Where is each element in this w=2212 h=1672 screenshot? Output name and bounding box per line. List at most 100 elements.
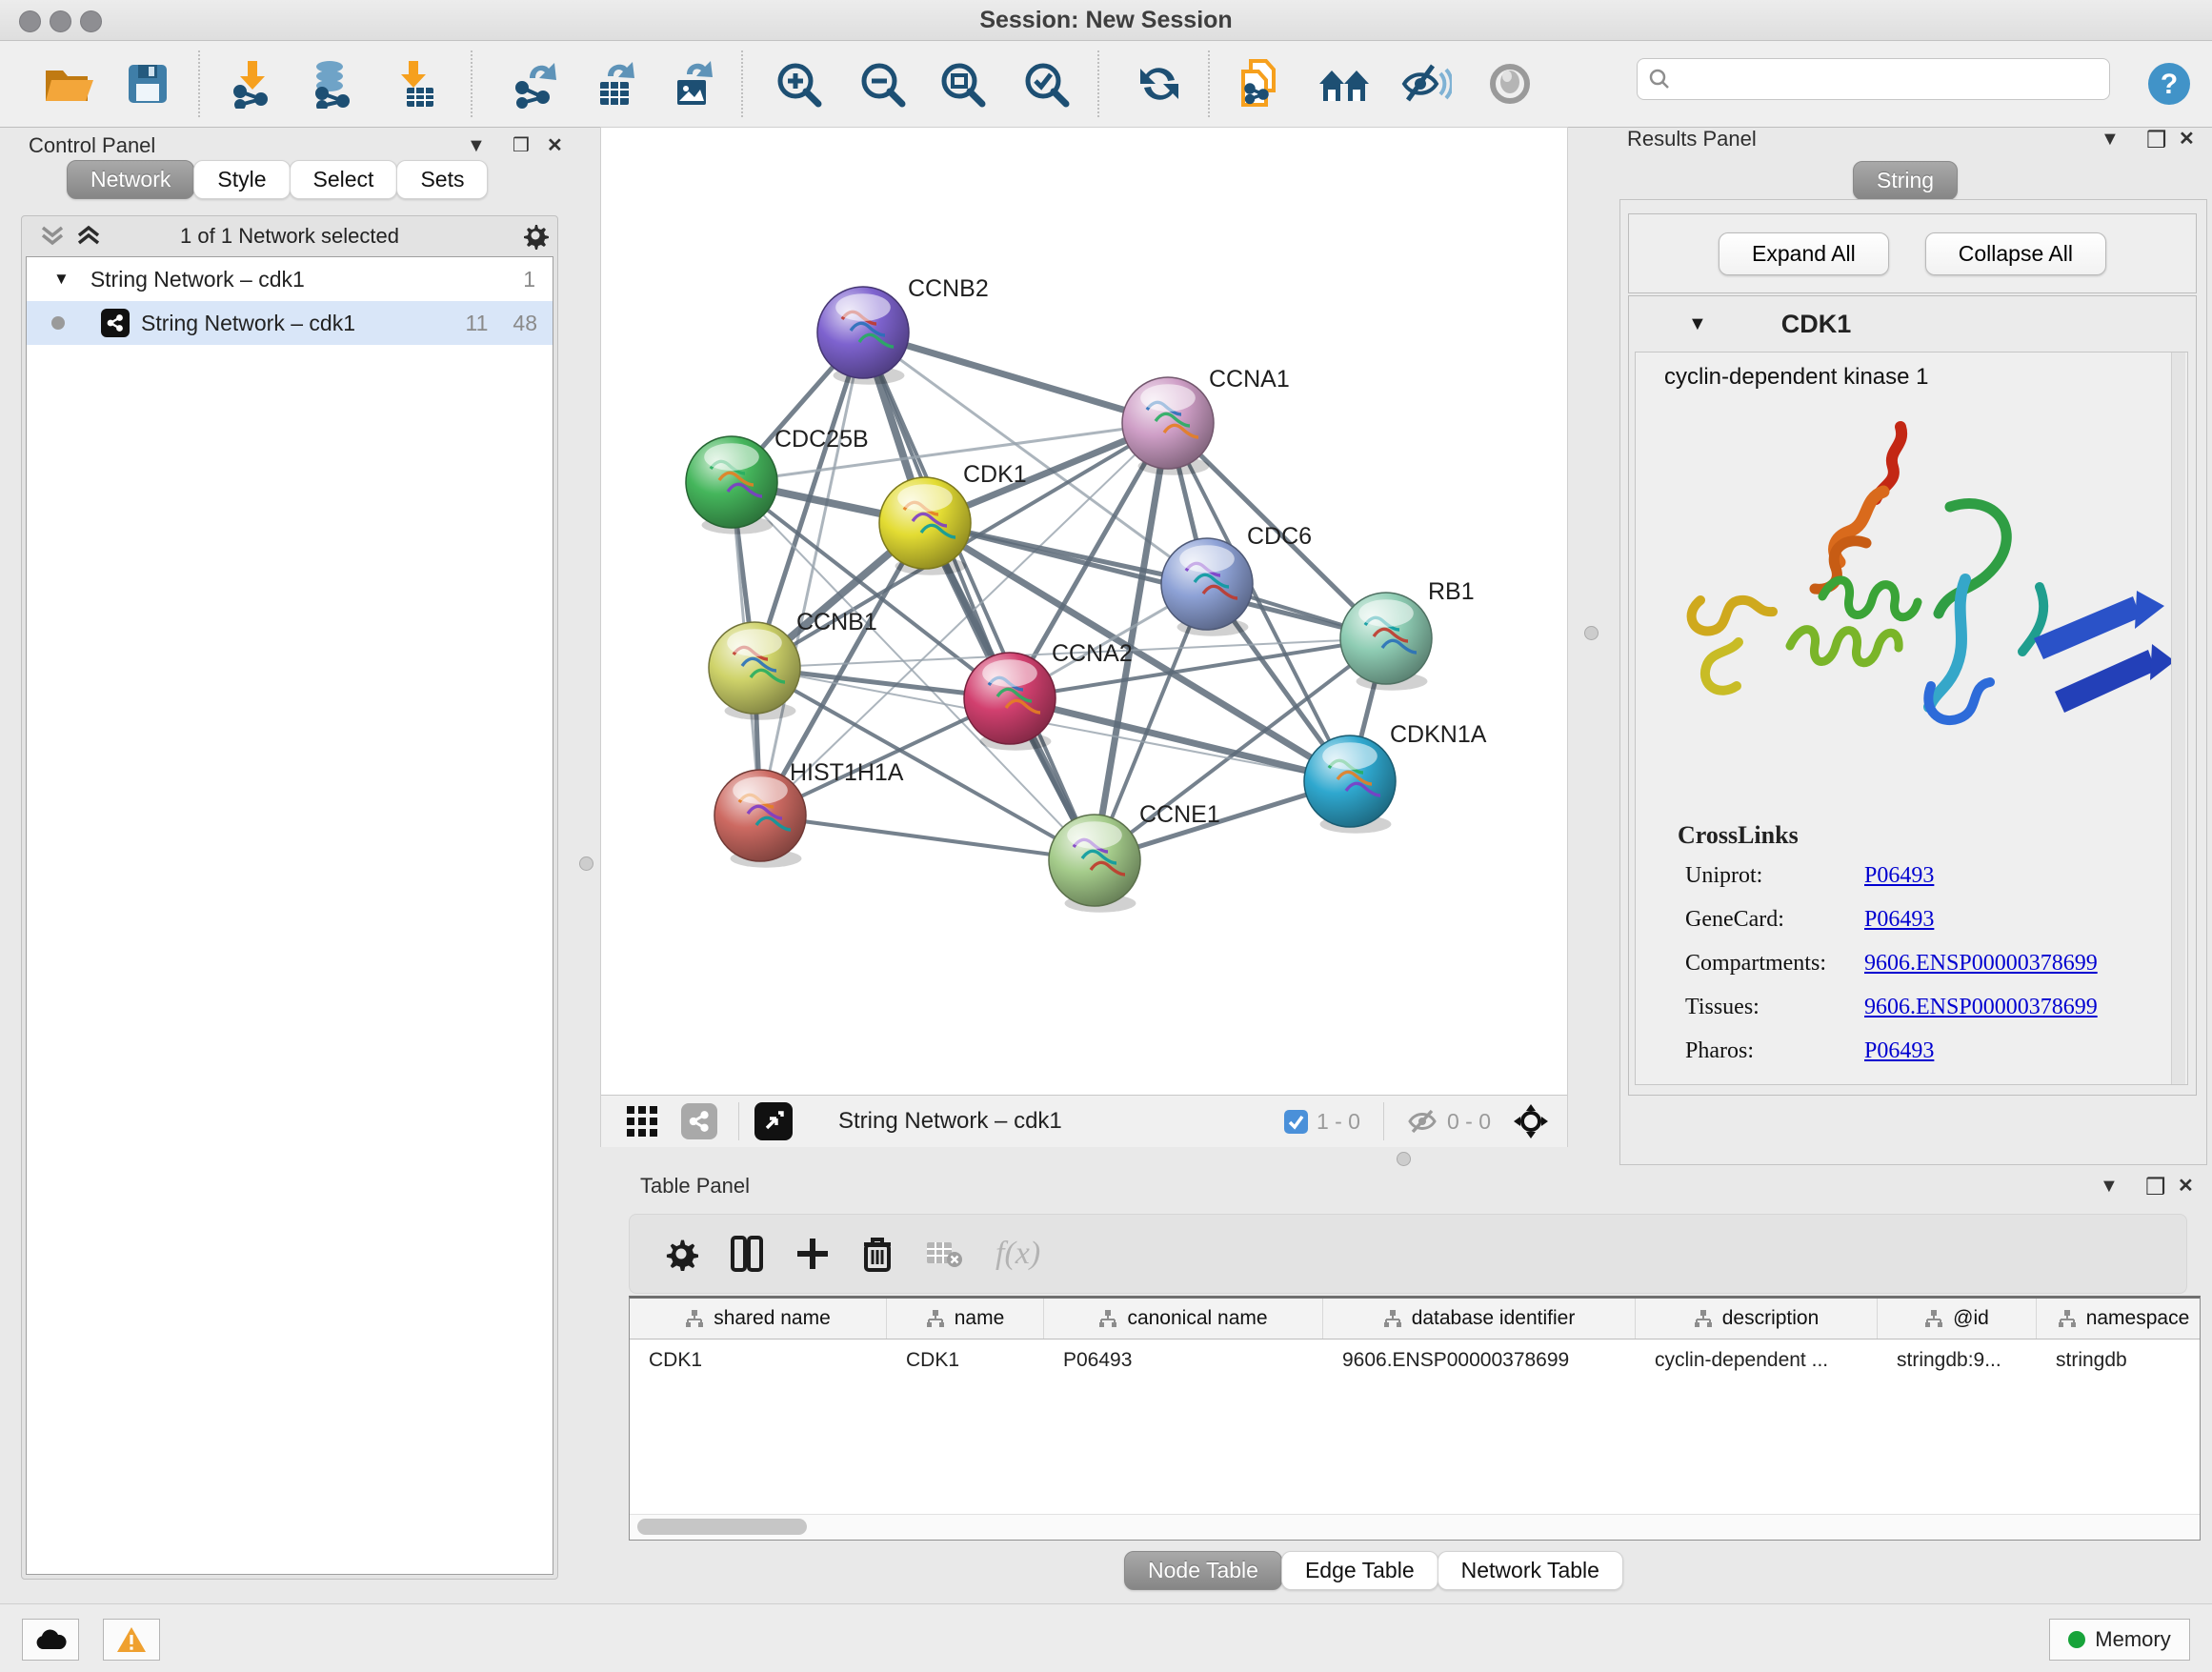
- column-header-namespace[interactable]: namespace: [2037, 1299, 2201, 1339]
- column-header-name[interactable]: name: [887, 1299, 1044, 1339]
- section-disclosure-caret[interactable]: ▼: [1688, 313, 1707, 335]
- table-hscrollbar[interactable]: [630, 1514, 2200, 1540]
- panel-float-button[interactable]: ❒: [2145, 1174, 2166, 1201]
- help-button[interactable]: ?: [2140, 54, 2199, 113]
- network-edge[interactable]: [863, 332, 1168, 423]
- export-network-button[interactable]: [506, 54, 565, 113]
- memory-button[interactable]: Memory: [2049, 1619, 2190, 1661]
- column-header-canonical-name[interactable]: canonical name: [1044, 1299, 1323, 1339]
- tab-select[interactable]: Select: [290, 160, 398, 199]
- tab-style[interactable]: Style: [193, 160, 290, 199]
- network-node-CCNB1[interactable]: CCNB1: [709, 609, 877, 720]
- network-tree-child-row[interactable]: String Network – cdk1 11 48: [27, 301, 553, 345]
- show-columns-icon[interactable]: [731, 1236, 763, 1272]
- hide-selected-button[interactable]: [1397, 54, 1456, 113]
- network-node-CCNB2[interactable]: CCNB2: [817, 275, 989, 385]
- network-node-CDC6[interactable]: CDC6: [1161, 523, 1312, 636]
- network-node-RB1[interactable]: RB1: [1340, 578, 1475, 691]
- table-cell[interactable]: CDK1: [630, 1340, 887, 1381]
- table-hscrollbar-thumb[interactable]: [637, 1519, 807, 1535]
- panel-float-button[interactable]: ❒: [2146, 127, 2167, 154]
- cloud-button[interactable]: [22, 1619, 79, 1661]
- fit-content-crosshair-icon[interactable]: [1512, 1102, 1550, 1140]
- grid-view-icon[interactable]: [626, 1105, 658, 1138]
- hidden-eye-icon[interactable]: [1407, 1108, 1439, 1135]
- expand-all-button[interactable]: Expand All: [1719, 232, 1889, 275]
- table-cell[interactable]: cyclin-dependent ...: [1636, 1340, 1878, 1381]
- table-settings-gear-icon[interactable]: [664, 1237, 698, 1271]
- show-all-button[interactable]: [1480, 54, 1539, 113]
- delete-table-icon[interactable]: [925, 1239, 963, 1269]
- zoom-out-button[interactable]: [853, 54, 912, 113]
- network-canvas[interactable]: CCNB2CCNA1CDC25BCDK1CDC6RB1CCNB1CCNA2CDK…: [601, 128, 1567, 1095]
- panel-menu-caret[interactable]: ▼: [2101, 129, 2120, 151]
- network-tree-root-row[interactable]: ▼ String Network – cdk1 1: [27, 257, 553, 301]
- table-cell[interactable]: stringdb:9...: [1878, 1340, 2037, 1381]
- zoom-selected-button[interactable]: [1016, 54, 1076, 113]
- column-header-@id[interactable]: @id: [1878, 1299, 2037, 1339]
- network-view[interactable]: CCNB2CCNA1CDC25BCDK1CDC6RB1CCNB1CCNA2CDK…: [600, 127, 1568, 1147]
- tab-node-table[interactable]: Node Table: [1124, 1551, 1282, 1590]
- network-node-CDKN1A[interactable]: CDKN1A: [1304, 721, 1487, 834]
- warnings-button[interactable]: [103, 1619, 160, 1661]
- column-header-description[interactable]: description: [1636, 1299, 1878, 1339]
- import-table-file-button[interactable]: [386, 54, 445, 113]
- network-edge[interactable]: [760, 816, 1095, 860]
- add-column-icon[interactable]: [795, 1237, 830, 1271]
- network-edge[interactable]: [925, 523, 1386, 638]
- panel-menu-caret[interactable]: ▼: [2100, 1176, 2119, 1198]
- column-header-shared-name[interactable]: shared name: [630, 1299, 887, 1339]
- tab-sets[interactable]: Sets: [396, 160, 488, 199]
- crosslink-link[interactable]: P06493: [1864, 907, 1934, 933]
- control-panel: Control Panel ▼ ❒ ✕ NetworkStyleSelectSe…: [8, 133, 570, 1587]
- apply-layout-button[interactable]: [1130, 54, 1189, 113]
- tab-edge-table[interactable]: Edge Table: [1281, 1551, 1438, 1590]
- gear-icon[interactable]: [521, 221, 550, 250]
- results-scrollbar[interactable]: [2171, 353, 2185, 1084]
- search-input[interactable]: [1637, 58, 2110, 100]
- left-splitter-handle[interactable]: [579, 856, 593, 871]
- node-table[interactable]: shared namenamecanonical namedatabase id…: [629, 1296, 2201, 1541]
- open-session-button[interactable]: [40, 54, 99, 113]
- panel-close-button[interactable]: ✕: [2178, 1174, 2194, 1198]
- crosslink-link[interactable]: 9606.ENSP00000378699: [1864, 995, 2098, 1020]
- zoom-in-button[interactable]: [769, 54, 828, 113]
- crosslink-link[interactable]: 9606.ENSP00000378699: [1864, 951, 2098, 977]
- tab-string[interactable]: String: [1853, 161, 1958, 200]
- table-cell[interactable]: 9606.ENSP00000378699: [1323, 1340, 1636, 1381]
- table-cell[interactable]: P06493: [1044, 1340, 1323, 1381]
- panel-close-button[interactable]: ✕: [2179, 127, 2195, 151]
- export-table-button[interactable]: [586, 54, 645, 113]
- export-image-button[interactable]: [663, 54, 722, 113]
- function-builder-icon[interactable]: f(x): [995, 1236, 1040, 1272]
- network-share-icon[interactable]: [681, 1103, 717, 1139]
- import-network-from-database-button[interactable]: [302, 54, 361, 113]
- first-neighbors-button[interactable]: [1315, 54, 1374, 113]
- table-cell[interactable]: stringdb: [2037, 1340, 2201, 1381]
- birds-eye-view-icon[interactable]: [754, 1102, 793, 1140]
- table-cell[interactable]: CDK1: [887, 1340, 1044, 1381]
- tab-network[interactable]: Network: [67, 160, 194, 199]
- save-session-button[interactable]: [118, 54, 177, 113]
- collapse-all-button[interactable]: Collapse All: [1925, 232, 2106, 275]
- network-node-CCNA2[interactable]: CCNA2: [964, 640, 1133, 751]
- panel-float-button[interactable]: ❒: [513, 133, 530, 157]
- right-splitter-handle[interactable]: [1584, 626, 1599, 640]
- tab-network-table[interactable]: Network Table: [1438, 1551, 1623, 1590]
- panel-close-button[interactable]: ✕: [547, 133, 563, 157]
- delete-column-trash-icon[interactable]: [862, 1236, 893, 1272]
- crosslink-link[interactable]: P06493: [1864, 1038, 1934, 1064]
- table-row[interactable]: CDK1CDK1P064939606.ENSP00000378699cyclin…: [630, 1340, 2200, 1381]
- column-header-database-identifier[interactable]: database identifier: [1323, 1299, 1636, 1339]
- crosslink-link[interactable]: P06493: [1864, 863, 1934, 889]
- panel-menu-caret[interactable]: ▼: [467, 135, 486, 157]
- search-field[interactable]: [1637, 58, 2110, 100]
- import-network-file-button[interactable]: [222, 54, 281, 113]
- bottom-splitter-handle[interactable]: [1397, 1152, 1411, 1166]
- clone-network-button[interactable]: [1230, 54, 1289, 113]
- selected-checkbox-icon[interactable]: [1283, 1109, 1309, 1135]
- zoom-fit-button[interactable]: [933, 54, 992, 113]
- network-node-HIST1H1A[interactable]: HIST1H1A: [714, 759, 904, 868]
- cdk1-section-header[interactable]: ▼ CDK1: [1629, 296, 2196, 352]
- tree-disclosure-caret[interactable]: ▼: [53, 270, 70, 289]
